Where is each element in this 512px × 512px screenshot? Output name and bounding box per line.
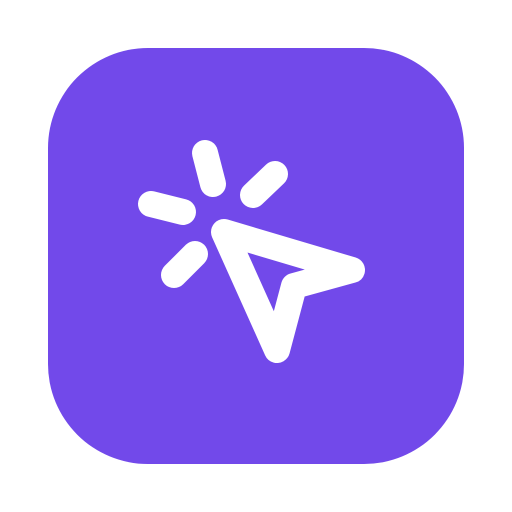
click-ray-left xyxy=(138,191,196,225)
click-ray-top-right xyxy=(240,161,288,208)
cursor-click-icon xyxy=(48,48,464,464)
icon-background xyxy=(48,48,464,464)
click-ray-top xyxy=(192,140,226,197)
icon-canvas xyxy=(0,0,512,512)
click-ray-bottom-left xyxy=(161,241,208,288)
